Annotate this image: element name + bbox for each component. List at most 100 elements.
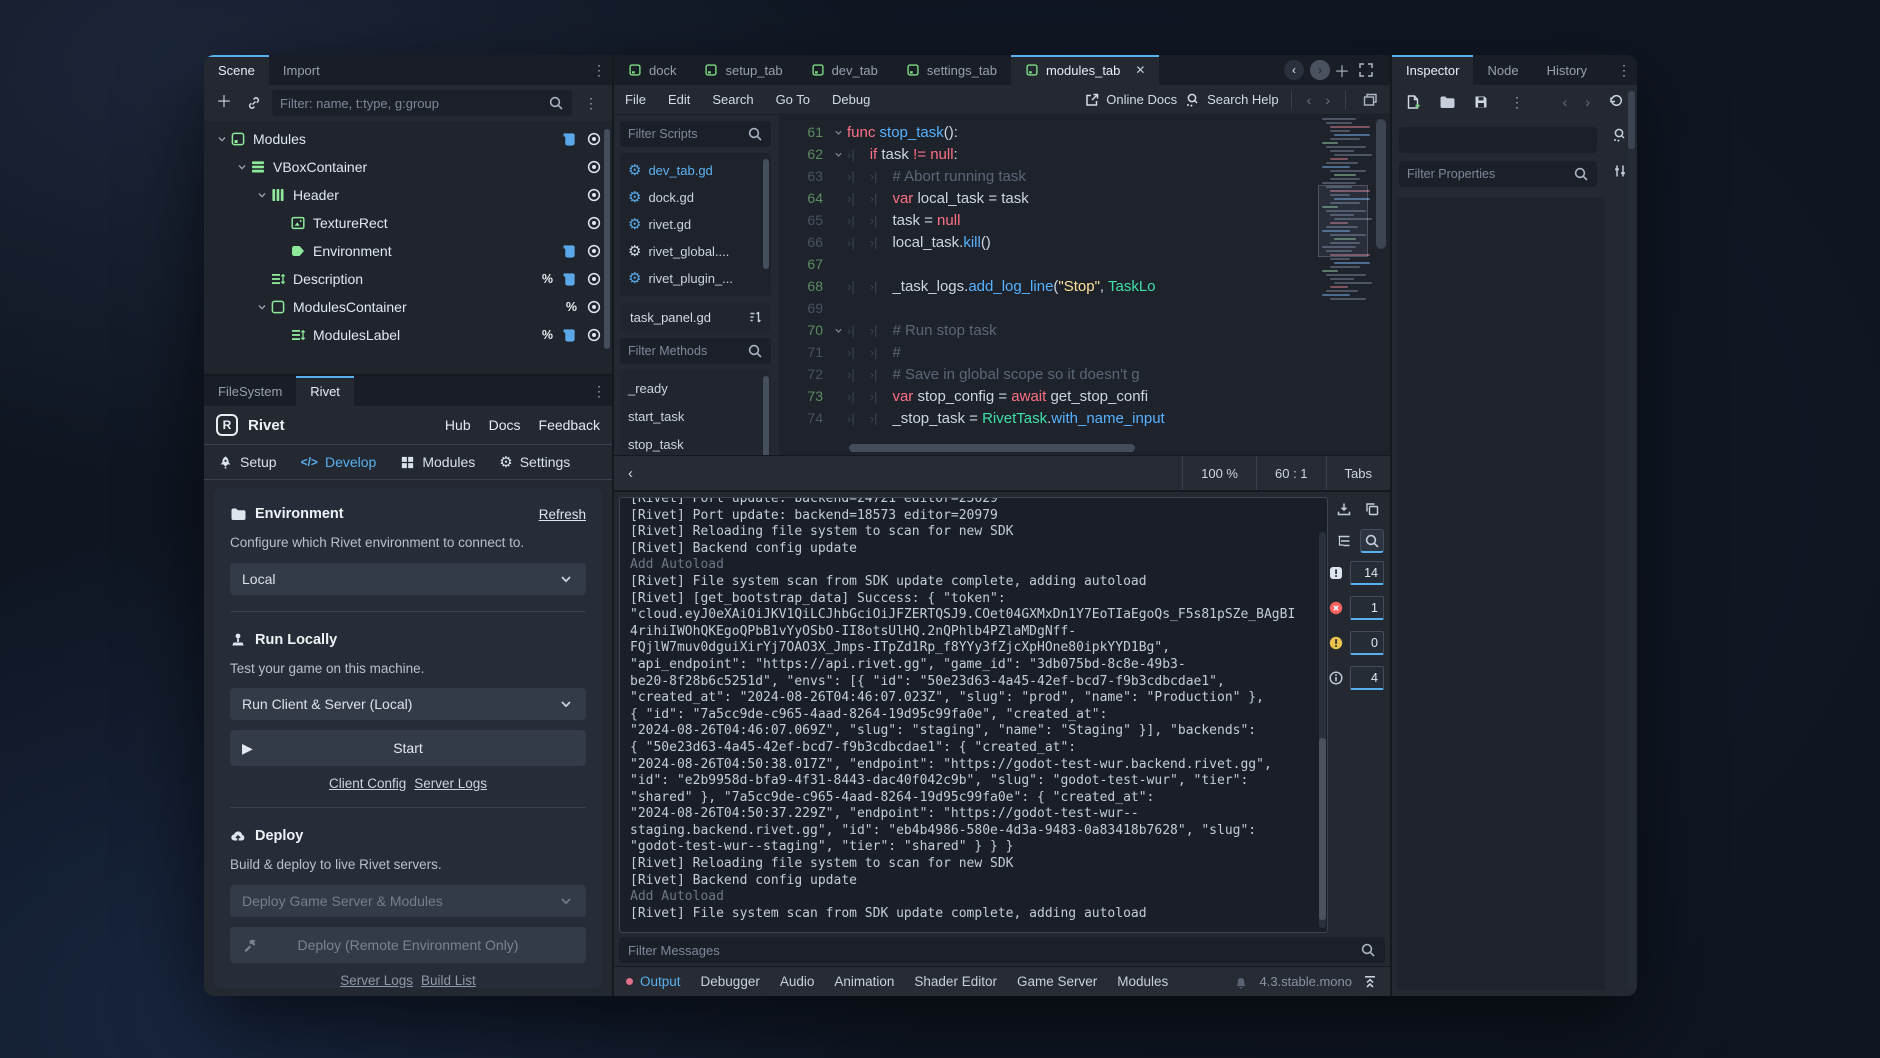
scene-tree-row[interactable]: Description % — [204, 265, 612, 293]
toggle-scripts-panel-button[interactable]: ‹ — [614, 465, 647, 482]
eye-icon[interactable] — [586, 243, 602, 259]
output-scrollbar[interactable] — [1319, 532, 1326, 928]
code-line[interactable]: 70 ›|›|# Run stop task — [779, 319, 1390, 341]
close-tab-icon[interactable]: ✕ — [1135, 63, 1145, 77]
add-node-button[interactable]: ＋ — [212, 91, 236, 115]
filter-properties-input[interactable]: Filter Properties — [1399, 161, 1597, 187]
link-build-list[interactable]: Build List — [421, 973, 476, 988]
script-panel-toggle-button[interactable] — [1358, 88, 1382, 112]
fold-arrow-icon[interactable] — [829, 325, 847, 336]
cursor-position[interactable]: 60 : 1 — [1256, 456, 1326, 490]
rivet-nav-modules[interactable]: Modules — [400, 454, 475, 470]
code-line[interactable]: 62 ›|if task != null: — [779, 143, 1390, 165]
expand-bottom-panel-icon[interactable] — [1362, 974, 1378, 990]
indent-mode[interactable]: Tabs — [1326, 456, 1390, 490]
code-line[interactable]: 66 ›|›|local_task.kill() — [779, 231, 1390, 253]
rivet-link-feedback[interactable]: Feedback — [539, 417, 600, 433]
code-scrollbar-horizontal[interactable] — [849, 444, 1310, 452]
sort-scripts-button[interactable] — [745, 306, 767, 328]
scene-filter-input[interactable]: Filter: name, t:type, g:group — [272, 90, 572, 116]
code-line[interactable]: 63 ›|›|# Abort running task — [779, 165, 1390, 187]
menu-file[interactable]: File — [614, 92, 657, 107]
inspector-tab-inspector[interactable]: Inspector — [1392, 55, 1473, 85]
script-tab-modules_tab[interactable]: modules_tab ✕ — [1011, 55, 1160, 85]
scene-tab-scene[interactable]: Scene — [204, 55, 269, 85]
code-scrollbar-vertical[interactable] — [1376, 119, 1386, 249]
eye-icon[interactable] — [586, 271, 602, 287]
code-line[interactable]: 67 — [779, 253, 1390, 275]
bell-icon[interactable] — [1233, 974, 1249, 990]
inspector-tab-history[interactable]: History — [1533, 55, 1601, 85]
inspector-tab-node[interactable]: Node — [1473, 55, 1532, 85]
inspector-history-button[interactable] — [1605, 91, 1627, 113]
menu-go-to[interactable]: Go To — [765, 92, 821, 107]
minimap-viewport[interactable] — [1318, 185, 1368, 257]
zoom-level[interactable]: 100 % — [1182, 456, 1256, 490]
run-mode-select[interactable]: Run Client & Server (Local) — [230, 688, 586, 720]
save-resource-button[interactable] — [1470, 91, 1492, 113]
environment-select[interactable]: Local — [230, 563, 586, 595]
eye-icon[interactable] — [586, 131, 602, 147]
script-list-item[interactable]: ⚙ rivet_global.... — [620, 238, 771, 265]
scene-filter-menu-button[interactable]: ⋮ — [578, 95, 604, 112]
deploy-button[interactable]: Deploy (Remote Environment Only) — [230, 927, 586, 963]
code-line[interactable]: 64 ›|›|var local_task = task — [779, 187, 1390, 209]
script-list-item[interactable]: ⚙ dock.gd — [620, 184, 771, 211]
scene-tree-row[interactable]: ModulesContainer % — [204, 293, 612, 321]
inspector-edge-scrollbar[interactable] — [1628, 89, 1635, 990]
filter-methods-input[interactable]: Filter Methods — [620, 338, 771, 364]
script-tab-settings_tab[interactable]: settings_tab — [892, 55, 1011, 85]
bottom-tab-audio[interactable]: Audio — [780, 974, 815, 989]
inspector-menu-button[interactable]: ⋮ — [1611, 55, 1637, 85]
rivet-link-hub[interactable]: Hub — [445, 417, 471, 433]
script-tab-setup_tab[interactable]: setup_tab — [690, 55, 796, 85]
menu-search[interactable]: Search — [701, 92, 764, 107]
filter-messages-input[interactable]: Filter Messages — [619, 937, 1385, 963]
unique-name-badge[interactable]: % — [542, 328, 553, 342]
code-minimap[interactable] — [1318, 115, 1368, 439]
tab-back-button[interactable]: ‹ — [1284, 60, 1304, 80]
rivet-link-docs[interactable]: Docs — [489, 417, 521, 433]
output-filter-message-count-icon[interactable]: 14 — [1328, 561, 1384, 585]
rivet-nav-develop[interactable]: </>Develop — [301, 454, 377, 470]
eye-icon[interactable] — [586, 299, 602, 315]
filter-scripts-input[interactable]: Filter Scripts — [620, 121, 771, 147]
show-search-button[interactable] — [1360, 529, 1384, 553]
fold-arrow-icon[interactable] — [829, 149, 847, 160]
script-tab-dock[interactable]: dock — [614, 55, 690, 85]
code-line[interactable]: 74 ›|›|_stop_task = RivetTask.with_name_… — [779, 407, 1390, 429]
collapse-arrow-icon[interactable] — [234, 161, 250, 173]
load-resource-button[interactable] — [1436, 91, 1458, 113]
search-docs-icon[interactable] — [1612, 127, 1628, 148]
online-docs-button[interactable]: Online Docs — [1084, 92, 1177, 108]
link-server-logs[interactable]: Server Logs — [340, 973, 413, 988]
bottom-tab-game-server[interactable]: Game Server — [1017, 974, 1097, 989]
collapse-arrow-icon[interactable] — [254, 189, 270, 201]
method-list-item[interactable]: _ready — [620, 374, 771, 402]
rivet-nav-settings[interactable]: ⚙Settings — [499, 454, 570, 470]
unique-name-badge[interactable]: % — [542, 272, 553, 286]
collapse-arrow-icon[interactable] — [254, 301, 270, 313]
link-server-logs[interactable]: Server Logs — [414, 776, 487, 791]
menu-debug[interactable]: Debug — [821, 92, 881, 107]
bottom-tab-modules[interactable]: Modules — [1117, 974, 1168, 989]
script-badge-icon[interactable] — [562, 328, 577, 343]
collapse-arrow-icon[interactable] — [214, 133, 230, 145]
search-help-button[interactable]: Search Help — [1185, 92, 1279, 108]
fold-arrow-icon[interactable] — [829, 127, 847, 138]
eye-icon[interactable] — [586, 327, 602, 343]
method-list-item[interactable]: start_task — [620, 402, 771, 430]
script-badge-icon[interactable] — [562, 272, 577, 287]
scene-tab-import[interactable]: Import — [269, 55, 334, 85]
scene-tree-row[interactable]: VBoxContainer — [204, 153, 612, 181]
deploy-target-select[interactable]: Deploy Game Server & Modules — [230, 885, 586, 917]
start-button[interactable]: ▶ Start — [230, 730, 586, 766]
code-line[interactable]: 73 ›|›|var stop_config = await get_stop_… — [779, 385, 1390, 407]
code-line[interactable]: 65 ›|›|task = null — [779, 209, 1390, 231]
output-filter-error-count-icon[interactable]: 1 — [1328, 596, 1384, 620]
dock-menu-button[interactable]: ⋮ — [586, 376, 612, 406]
current-script-row[interactable]: task_panel.gd — [620, 302, 771, 332]
tab-forward-button[interactable]: › — [1310, 60, 1330, 80]
scene-tree-row[interactable]: Modules — [204, 125, 612, 153]
resource-menu-button[interactable]: ⋮ — [1504, 94, 1530, 111]
